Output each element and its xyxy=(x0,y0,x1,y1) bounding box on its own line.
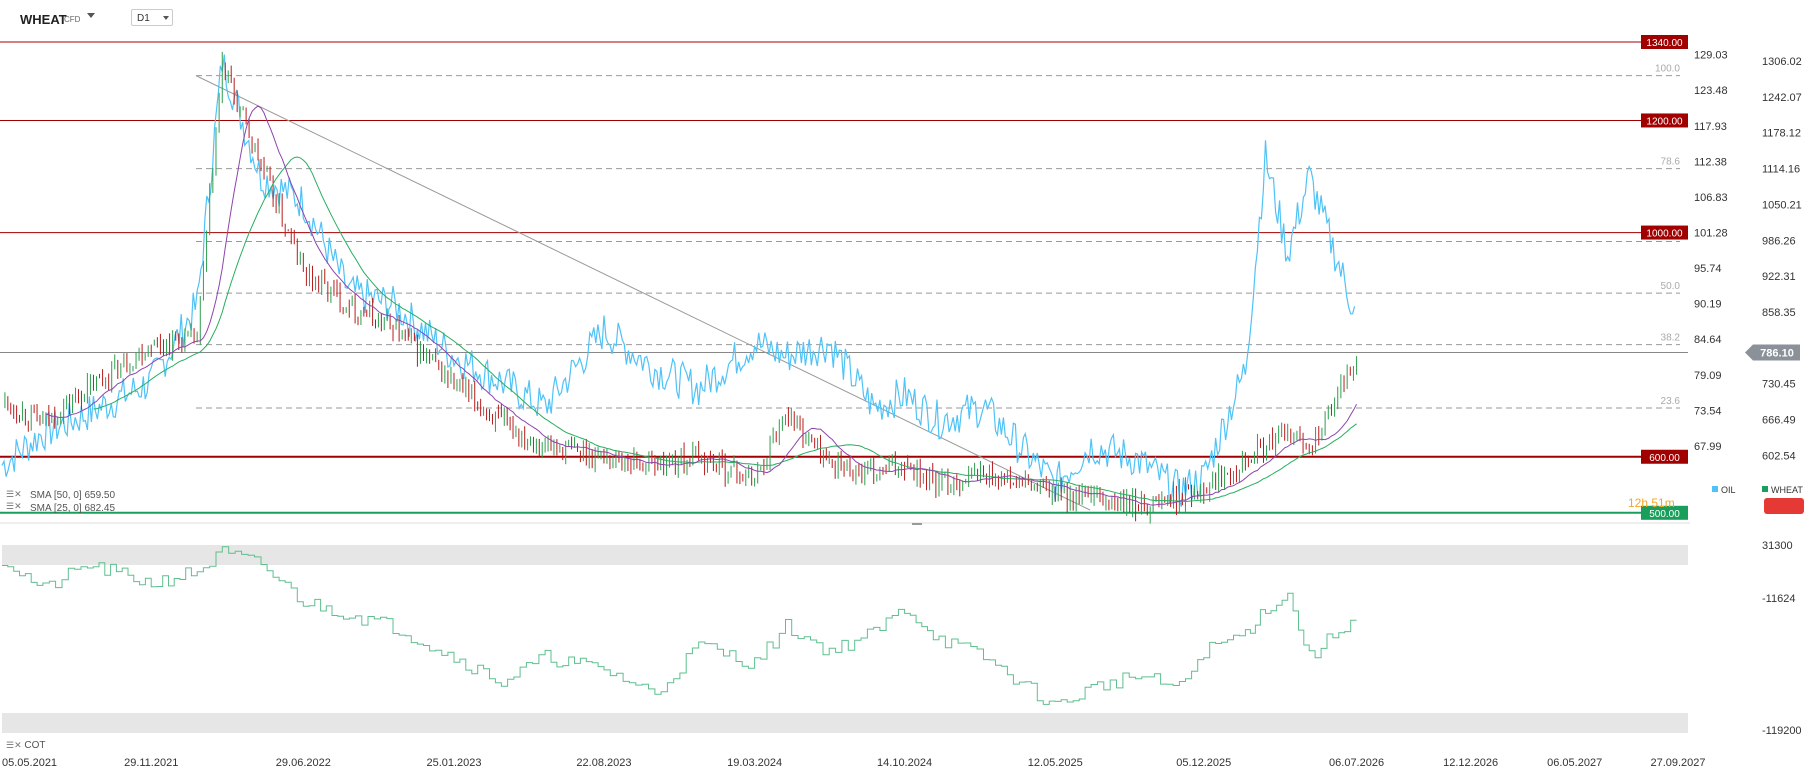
oil-axis-tick-5: 101.28 xyxy=(1694,228,1728,240)
x-axis-tick-10: 12.12.2026 xyxy=(1443,757,1498,769)
x-axis-tick-11: 06.05.2027 xyxy=(1547,757,1602,769)
wheat-axis-tick-4: 1050.21 xyxy=(1762,199,1802,211)
x-axis-tick-9: 06.07.2026 xyxy=(1329,757,1384,769)
oil-axis-tick-1: 123.48 xyxy=(1694,85,1728,97)
oil-axis-tick-4: 106.83 xyxy=(1694,192,1728,204)
wheat-axis-tick-11: 602.54 xyxy=(1762,450,1796,462)
wheat-axis-tick-2: 1178.12 xyxy=(1762,128,1801,140)
oil-axis-tick-8: 84.64 xyxy=(1694,334,1722,346)
x-axis-tick-0: 05.05.2021 xyxy=(2,757,57,769)
x-axis-tick-4: 22.08.2023 xyxy=(576,757,631,769)
level-label-2: 1000.00 xyxy=(1646,229,1683,240)
sma25-settings-icon[interactable]: ☰✕ xyxy=(6,501,22,512)
legend-oil-swatch xyxy=(1712,486,1718,492)
sma50-settings-icon[interactable]: ☰✕ xyxy=(6,489,22,500)
wheat-axis-tick-5: 986.26 xyxy=(1762,235,1796,247)
legend-oil[interactable]: OIL xyxy=(1712,485,1736,495)
wheat-axis-tick-1: 1242.07 xyxy=(1762,92,1802,104)
x-axis-tick-1: 29.11.2021 xyxy=(124,757,178,769)
x-axis-tick-6: 14.10.2024 xyxy=(877,757,932,769)
sma50-label: SMA [50, 0] 659.50 xyxy=(30,490,116,501)
wheat-axis-tick-0: 1306.02 xyxy=(1762,56,1802,68)
wheat-axis-tick-7: 858.35 xyxy=(1762,307,1796,319)
x-axis-tick-7: 12.05.2025 xyxy=(1028,757,1083,769)
oil-axis-tick-2: 117.93 xyxy=(1694,121,1727,133)
fib-label-1: 78.6 xyxy=(1661,157,1681,168)
bar-timer: 12h 51m xyxy=(1628,496,1675,510)
level-label-3: 600.00 xyxy=(1649,453,1680,464)
oil-axis-tick-6: 95.74 xyxy=(1694,263,1722,275)
cot-line xyxy=(2,546,1357,705)
fib-label-3: 50.0 xyxy=(1661,281,1681,292)
cot-axis-tick-0: 31300 xyxy=(1762,540,1793,552)
x-axis-tick-5: 19.03.2024 xyxy=(727,757,782,769)
wheat-axis-tick-3: 1114.16 xyxy=(1762,164,1800,176)
x-axis-tick-8: 05.12.2025 xyxy=(1176,757,1231,769)
level-label-1: 1200.00 xyxy=(1646,116,1683,127)
legend-oil-label: OIL xyxy=(1721,485,1736,495)
cot-name: COT xyxy=(24,740,46,751)
legend-wheat-label: WHEAT xyxy=(1771,485,1803,495)
level-label-4: 500.00 xyxy=(1649,509,1680,520)
oil-axis-tick-0: 129.03 xyxy=(1694,50,1728,62)
oil-axis-tick-9: 79.09 xyxy=(1694,370,1722,382)
oil-axis-tick-7: 90.19 xyxy=(1694,299,1722,311)
fib-label-0: 100.0 xyxy=(1655,64,1680,75)
cot-axis-tick-1: -11624 xyxy=(1762,593,1795,605)
oil-axis-tick-11: 67.99 xyxy=(1694,441,1722,453)
alert-button[interactable] xyxy=(1764,498,1804,514)
legend-wheat-swatch xyxy=(1762,486,1768,492)
price-chart[interactable]: 100.078.661.850.038.223.6 129.03123.4811… xyxy=(0,0,1818,779)
wheat-axis-tick-10: 666.49 xyxy=(1762,414,1796,426)
oil-axis-tick-3: 112.38 xyxy=(1694,156,1727,168)
fib-label-5: 23.6 xyxy=(1661,396,1681,407)
current-price-tag: 786.10 xyxy=(1760,347,1794,359)
x-axis-tick-3: 25.01.2023 xyxy=(426,757,481,769)
oil-line xyxy=(1,54,1356,507)
sma50-line xyxy=(93,156,1357,503)
cot-axis-tick-2: -119200 xyxy=(1762,725,1802,737)
wheat-axis-tick-9: 730.45 xyxy=(1762,379,1796,391)
level-label-0: 1340.00 xyxy=(1646,38,1683,49)
legend-wheat[interactable]: WHEAT xyxy=(1762,485,1803,495)
cot-label: ☰✕ COT xyxy=(6,740,46,751)
sma25-label: SMA [25, 0] 682.45 xyxy=(30,503,116,514)
cot-settings-icon[interactable]: ☰✕ xyxy=(6,740,22,750)
cot-lower-band xyxy=(2,713,1688,733)
x-axis-tick-12: 27.09.2027 xyxy=(1650,757,1705,769)
wheat-axis-tick-6: 922.31 xyxy=(1762,271,1796,283)
oil-axis-tick-10: 73.54 xyxy=(1694,405,1722,417)
fib-label-4: 38.2 xyxy=(1661,333,1681,344)
sma25-line xyxy=(45,105,1358,506)
x-axis-tick-2: 29.06.2022 xyxy=(276,757,331,769)
